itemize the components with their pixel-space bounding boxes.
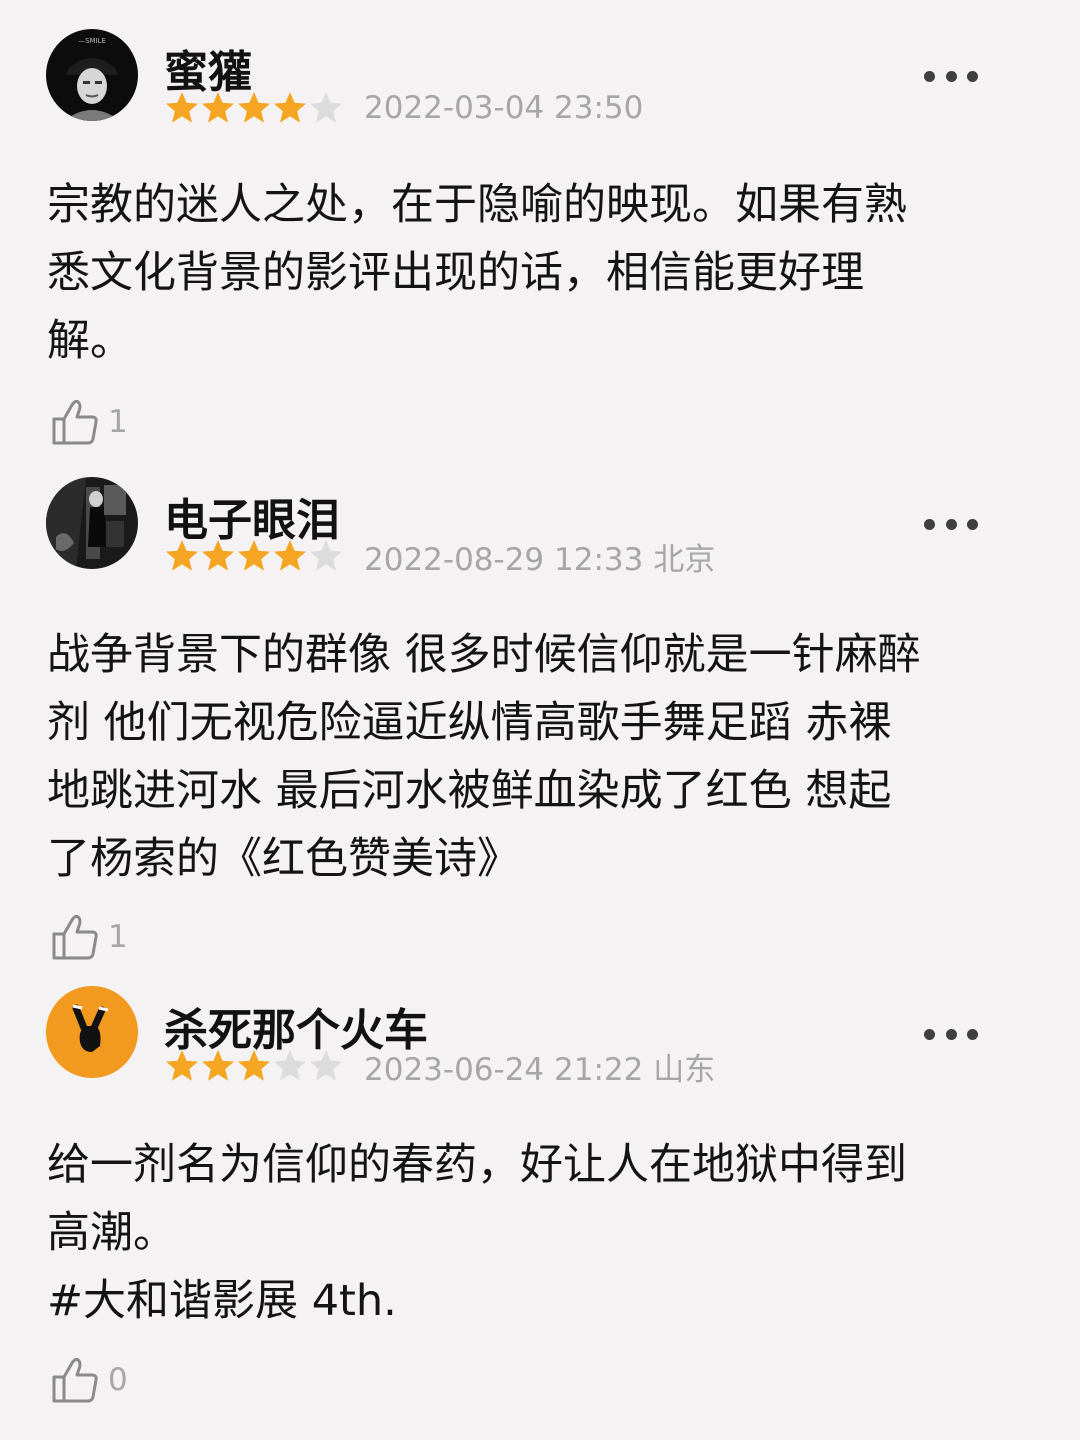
comment-line: 宗教的迷人之处，在于隐喻的映现。如果有熟 xyxy=(47,180,907,230)
more-icon[interactable] xyxy=(924,509,978,539)
star-rating xyxy=(164,90,344,126)
more-icon[interactable] xyxy=(924,1019,978,1049)
comment-text: 战争背景下的群像 很多时候信仰就是一针麻醉 剂 他们无视危险逼近纵情高歌手舞足蹈… xyxy=(47,621,1007,893)
like-count: 1 xyxy=(108,919,128,955)
avatar[interactable]: —SMILE xyxy=(46,29,138,121)
star-filled-icon xyxy=(238,540,270,571)
comment-line: 给一剂名为信仰的春药，好让人在地狱中得到 xyxy=(47,1140,907,1190)
like-count: 1 xyxy=(108,404,128,440)
star-empty-icon xyxy=(310,540,342,571)
avatar[interactable] xyxy=(46,986,138,1078)
star-rating xyxy=(164,538,344,574)
timestamp: 2022-08-29 12:33 北京 xyxy=(364,541,716,578)
star-filled-icon xyxy=(238,1050,270,1081)
comment-text: 宗教的迷人之处，在于隐喻的映现。如果有熟 悉文化背景的影评出现的话，相信能更好理… xyxy=(47,171,1007,375)
comment-line: 高潮。 xyxy=(47,1208,176,1258)
avatar[interactable] xyxy=(46,477,138,569)
star-filled-icon xyxy=(166,92,198,123)
like-button[interactable]: 0 xyxy=(48,1352,128,1408)
comment-line: #大和谐影展 4th. xyxy=(47,1276,397,1326)
thumbs-up-icon xyxy=(52,399,98,445)
star-empty-icon xyxy=(310,1050,342,1081)
svg-text:—SMILE: —SMILE xyxy=(78,37,106,45)
star-filled-icon xyxy=(202,540,234,571)
comment-line: 解。 xyxy=(47,316,133,366)
meta-row: 2022-03-04 23:50 xyxy=(164,88,643,128)
thumbs-up-icon xyxy=(52,1357,98,1403)
comment-line: 了杨索的《红色赞美诗》 xyxy=(47,834,520,884)
star-empty-icon xyxy=(274,1050,306,1081)
star-empty-icon xyxy=(310,92,342,123)
star-filled-icon xyxy=(202,1050,234,1081)
comment-line: 地跳进河水 最后河水被鲜血染成了红色 想起 xyxy=(47,766,892,816)
like-count: 0 xyxy=(108,1362,128,1398)
star-filled-icon xyxy=(274,540,306,571)
comment-line: 悉文化背景的影评出现的话，相信能更好理 xyxy=(47,248,864,298)
comment-line: 战争背景下的群像 很多时候信仰就是一针麻醉 xyxy=(47,630,921,680)
meta-row: 2023-06-24 21:22 山东 xyxy=(164,1046,716,1088)
star-filled-icon xyxy=(238,92,270,123)
timestamp: 2022-03-04 23:50 xyxy=(364,90,644,126)
star-filled-icon xyxy=(166,1050,198,1081)
thumbs-up-icon xyxy=(52,914,98,960)
comment-line: 剂 他们无视危险逼近纵情高歌手舞足蹈 赤裸 xyxy=(47,698,892,748)
more-icon[interactable] xyxy=(924,61,978,91)
star-filled-icon xyxy=(202,92,234,123)
meta-row: 2022-08-29 12:33 北京 xyxy=(164,536,716,578)
comment-text: 给一剂名为信仰的春药，好让人在地狱中得到 高潮。 #大和谐影展 4th. xyxy=(47,1131,1007,1335)
timestamp: 2023-06-24 21:22 山东 xyxy=(364,1051,716,1088)
star-rating xyxy=(164,1048,344,1084)
like-button[interactable]: 1 xyxy=(48,909,128,965)
star-filled-icon xyxy=(166,540,198,571)
star-filled-icon xyxy=(274,92,306,123)
like-button[interactable]: 1 xyxy=(48,394,128,450)
